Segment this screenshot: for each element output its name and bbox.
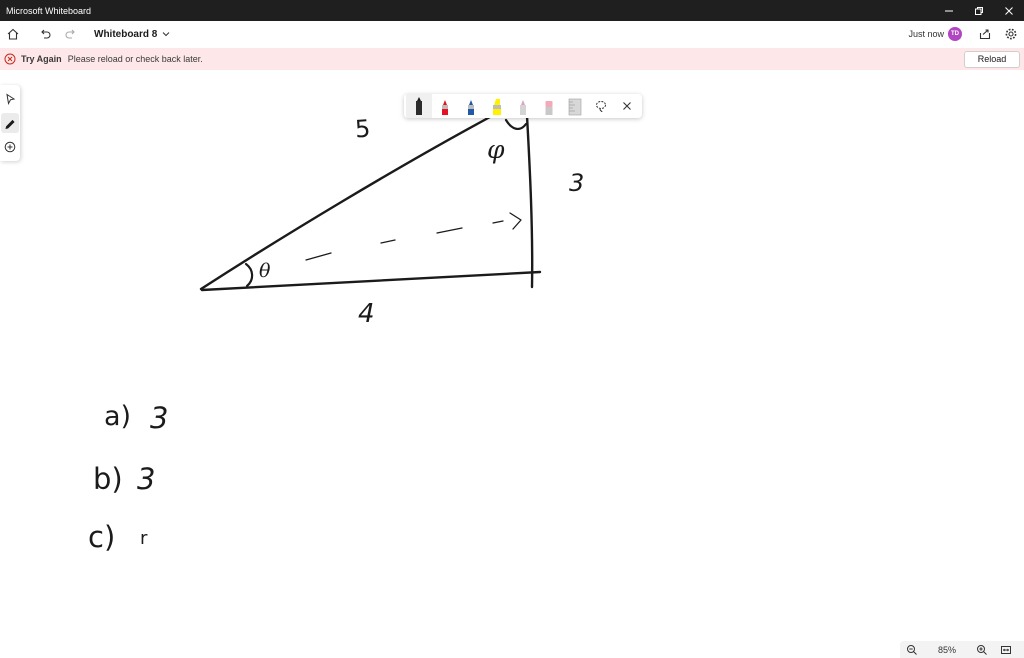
tool-rail	[0, 85, 20, 161]
last-saved-status: Just now	[908, 29, 944, 39]
home-button[interactable]	[0, 21, 26, 47]
red-pen-icon	[442, 100, 448, 115]
rainbow-pen[interactable]	[510, 94, 536, 118]
answer-c-value: r	[140, 528, 148, 549]
whiteboard-app: Microsoft Whiteboard Whiteboard 8 Just n…	[0, 0, 1024, 658]
zoom-out-icon	[907, 644, 917, 655]
redo-button[interactable]	[58, 21, 84, 47]
restore-button[interactable]	[964, 0, 994, 21]
ink-dash	[305, 252, 332, 261]
whiteboard-canvas[interactable]: 5 3 4 θ φ a) 3 b) 3 c) r	[0, 70, 1024, 640]
settings-button[interactable]	[998, 21, 1024, 47]
window-titlebar: Microsoft Whiteboard	[0, 0, 1024, 21]
window-title: Microsoft Whiteboard	[6, 5, 92, 16]
answer-b-value: 3	[137, 462, 155, 496]
ink-dash	[492, 220, 504, 224]
board-name-dropdown[interactable]: Whiteboard 8	[94, 29, 171, 40]
close-icon	[623, 102, 631, 110]
restore-icon	[975, 6, 983, 15]
answer-a-label: a)	[104, 401, 131, 432]
eraser[interactable]	[536, 94, 562, 118]
home-icon	[7, 28, 19, 40]
select-icon	[6, 93, 16, 105]
close-icon	[1005, 6, 1013, 15]
highlighter[interactable]	[484, 94, 510, 118]
redo-icon	[65, 29, 75, 39]
label-theta: θ	[259, 260, 271, 282]
select-tool-button[interactable]	[1, 87, 19, 111]
avatar[interactable]: TD	[948, 27, 962, 41]
add-icon	[4, 141, 16, 153]
red-pen[interactable]	[432, 94, 458, 118]
label-bottom-side: 4	[358, 299, 375, 329]
eraser-icon	[545, 101, 553, 115]
share-icon	[979, 29, 991, 40]
blue-pen-icon	[468, 100, 474, 115]
close-toolbar-button[interactable]	[614, 94, 640, 118]
label-vertical-side: 3	[569, 169, 584, 197]
pen-toolbar	[404, 94, 642, 118]
share-button[interactable]	[972, 21, 998, 47]
reload-button[interactable]: Reload	[964, 50, 1020, 68]
banner-message: Please reload or check back later.	[67, 54, 203, 64]
blue-pen[interactable]	[458, 94, 484, 118]
zoom-in-icon	[977, 644, 987, 655]
ink-dash	[436, 227, 463, 234]
zoom-in-button[interactable]	[970, 641, 994, 658]
ink-dash	[380, 239, 396, 244]
pen-tool-button[interactable]	[1, 113, 19, 133]
undo-icon	[41, 29, 51, 39]
highlighter-icon	[493, 99, 501, 115]
ruler[interactable]	[562, 94, 588, 118]
ink-hypotenuse	[199, 108, 505, 291]
ink-vertical-side	[525, 114, 534, 289]
pen-icon	[5, 119, 15, 129]
ink-arrowhead	[509, 212, 522, 230]
gear-icon	[1005, 28, 1017, 40]
error-banner: Try Again Please reload or check back la…	[0, 48, 1024, 70]
label-phi: φ	[487, 135, 505, 164]
banner-title: Try Again	[21, 54, 62, 64]
answer-b-label: b)	[93, 462, 123, 496]
black-pen-icon	[416, 97, 422, 115]
zoom-out-button[interactable]	[900, 641, 924, 658]
zoom-level: 85%	[937, 644, 956, 655]
answer-a-value: 3	[150, 401, 168, 435]
chevron-down-icon	[162, 32, 170, 37]
ink-theta-arc	[244, 262, 254, 288]
lasso-icon	[596, 101, 606, 113]
fit-to-screen-button[interactable]	[994, 641, 1018, 658]
error-icon	[4, 53, 16, 65]
minimize-button[interactable]	[934, 0, 964, 21]
black-pen[interactable]	[406, 94, 432, 118]
rainbow-pen-icon	[520, 100, 526, 115]
lasso-button[interactable]	[588, 94, 614, 118]
zoom-bar: 85%	[900, 641, 1024, 658]
ink-layer: 5 3 4 θ φ a) 3 b) 3 c) r	[88, 108, 584, 554]
add-tool-button[interactable]	[1, 135, 19, 159]
ruler-icon	[568, 98, 582, 116]
close-button[interactable]	[994, 0, 1024, 21]
fit-screen-icon	[1001, 645, 1011, 654]
label-hypotenuse: 5	[354, 115, 371, 144]
board-name: Whiteboard 8	[94, 28, 158, 40]
minimize-icon	[945, 10, 953, 11]
answer-c-label: c)	[88, 520, 115, 554]
ink-phi-arc	[504, 118, 528, 130]
app-header: Whiteboard 8 Just now TD	[0, 21, 1024, 47]
undo-button[interactable]	[32, 21, 58, 47]
